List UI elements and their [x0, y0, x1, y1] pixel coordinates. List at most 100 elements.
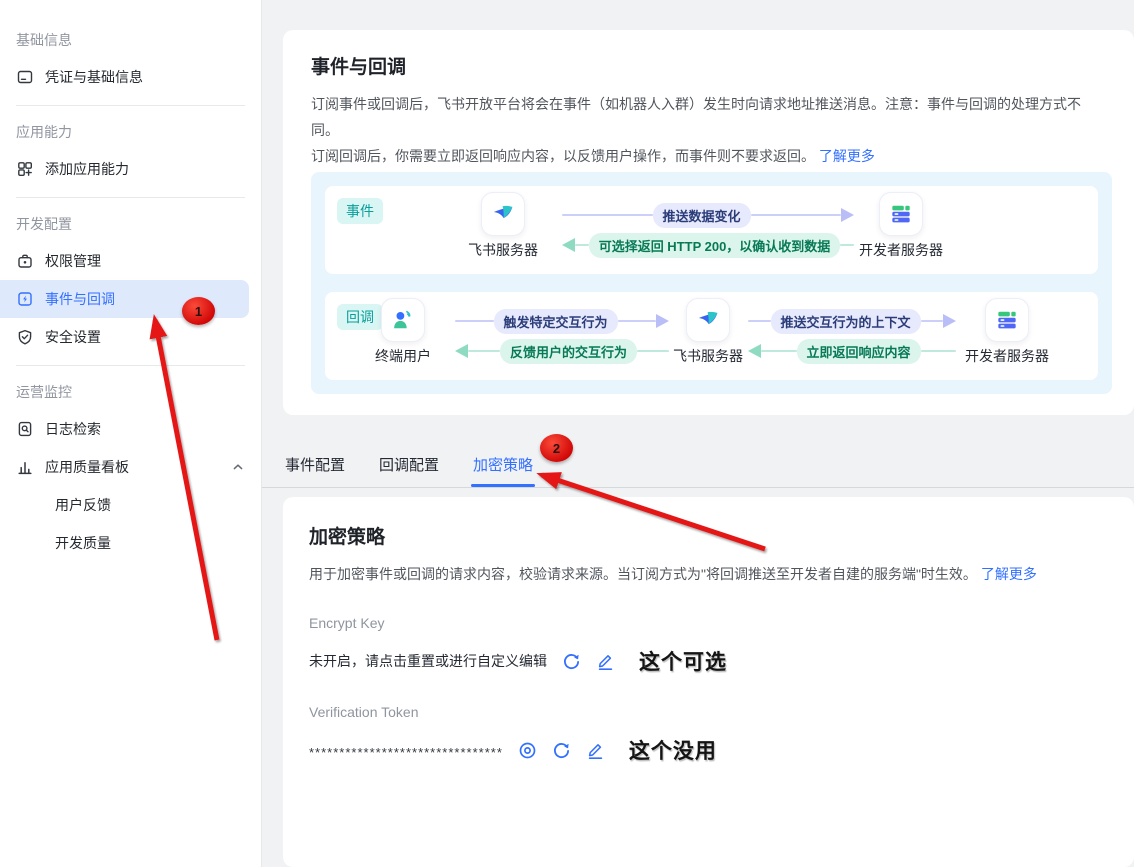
node-label: 飞书服务器	[443, 240, 563, 260]
events-description-line2: 订阅回调后，你需要立即返回响应内容，以反馈用户操作，而事件则不要求返回。	[311, 148, 815, 164]
sidebar-item-events-callbacks[interactable]: 事件与回调	[0, 280, 249, 318]
encryption-description-text: 用于加密事件或回调的请求内容，校验请求来源。当订阅方式为"将回调推送至开发者自建…	[309, 566, 977, 582]
sidebar-item-label: 权限管理	[45, 251, 101, 271]
diagram-row-callbacks: 回调 终端用户 触发特定交互行为 反馈用户的交互行为	[325, 292, 1098, 380]
sidebar-item-permissions[interactable]: 权限管理	[0, 242, 261, 280]
end-user-icon	[381, 298, 425, 342]
sidebar-divider	[16, 105, 245, 106]
verification-token-row: ******************************** 这个没用	[309, 735, 1108, 765]
section-title: 加密策略	[309, 522, 1108, 549]
forward-arrow: 推送数据变化	[562, 202, 854, 228]
main-content: 事件与回调 订阅事件或回调后，飞书开放平台将会在事件（如机器人入群）发生时向请求…	[262, 0, 1141, 867]
sidebar-section-dev-config: 开发配置	[0, 214, 261, 234]
arrowhead-left	[748, 344, 761, 358]
sidebar-item-log-search[interactable]: 日志检索	[0, 410, 261, 448]
log-search-icon	[16, 420, 34, 438]
feishu-logo-icon	[686, 298, 730, 342]
reset-icon[interactable]	[552, 741, 571, 760]
diagram-row-events: 事件 飞书服务器 推送数据变化 可选择返回 HTTP 200，以	[325, 186, 1098, 274]
events-description-line1: 订阅事件或回调后，飞书开放平台将会在事件（如机器人入群）发生时向请求地址推送消息…	[311, 96, 1081, 138]
node-label: 开发者服务器	[947, 346, 1067, 366]
sidebar-divider	[16, 365, 245, 366]
event-bolt-icon	[16, 290, 34, 308]
encrypt-key-value: 未开启，请点击重置或进行自定义编辑	[309, 651, 547, 671]
arrow-label: 反馈用户的交互行为	[500, 339, 637, 364]
shield-check-icon	[16, 328, 34, 346]
callback-arrows-right: 推送交互行为的上下文 立即返回响应内容	[748, 308, 956, 364]
sidebar-item-label: 应用质量看板	[45, 457, 129, 477]
sidebar-section-capabilities: 应用能力	[0, 122, 261, 142]
sidebar: 基础信息 凭证与基础信息 应用能力 添加应用能力 开发配置 权限管理 事件与回调…	[0, 0, 262, 867]
reset-icon[interactable]	[562, 652, 581, 671]
edit-icon[interactable]	[596, 652, 615, 671]
sidebar-item-user-feedback[interactable]: 用户反馈	[0, 486, 261, 524]
sidebar-item-credentials[interactable]: 凭证与基础信息	[0, 58, 261, 96]
sidebar-item-quality-dashboard[interactable]: 应用质量看板	[0, 448, 261, 486]
arrow-label: 可选择返回 HTTP 200，以确认收到数据	[589, 233, 841, 258]
edit-icon[interactable]	[586, 741, 605, 760]
verification-token-value: ********************************	[309, 745, 503, 760]
show-value-eye-icon[interactable]	[518, 741, 537, 760]
sidebar-item-label: 事件与回调	[45, 289, 115, 309]
feishu-server-node: 飞书服务器	[443, 192, 563, 260]
config-tabbar: 事件配置 回调配置 加密策略	[283, 446, 535, 489]
events-callbacks-card: 事件与回调 订阅事件或回调后，飞书开放平台将会在事件（如机器人入群）发生时向请求…	[283, 30, 1134, 415]
encrypt-key-label: Encrypt Key	[309, 615, 1108, 631]
sidebar-item-label: 开发质量	[55, 533, 111, 553]
developer-server-node: 开发者服务器	[947, 298, 1067, 366]
event-arrows: 推送数据变化 可选择返回 HTTP 200，以确认收到数据	[562, 202, 854, 258]
sidebar-item-dev-quality[interactable]: 开发质量	[0, 524, 261, 562]
sidebar-item-label: 添加应用能力	[45, 159, 129, 179]
scrollbar-track[interactable]	[1134, 0, 1141, 867]
handwritten-note: 这个没用	[629, 735, 717, 765]
node-label: 开发者服务器	[841, 240, 961, 260]
encrypt-key-field: Encrypt Key 未开启，请点击重置或进行自定义编辑 这个可选	[309, 615, 1108, 676]
chevron-up-icon[interactable]	[231, 460, 245, 474]
arrow-label: 触发特定交互行为	[494, 309, 618, 334]
developer-server-node: 开发者服务器	[841, 192, 961, 260]
server-icon	[879, 192, 923, 236]
sidebar-item-label: 日志检索	[45, 419, 101, 439]
grid-plus-icon	[16, 160, 34, 178]
encryption-strategy-card: 加密策略 用于加密事件或回调的请求内容，校验请求来源。当订阅方式为"将回调推送至…	[283, 497, 1134, 867]
forward-arrow: 推送交互行为的上下文	[748, 308, 956, 334]
sidebar-item-add-capability[interactable]: 添加应用能力	[0, 150, 261, 188]
forward-arrow: 触发特定交互行为	[455, 308, 669, 334]
end-user-node: 终端用户	[343, 298, 463, 366]
sidebar-item-security-settings[interactable]: 安全设置	[0, 318, 261, 356]
server-icon	[985, 298, 1029, 342]
sidebar-item-label: 用户反馈	[55, 495, 111, 515]
events-description: 订阅事件或回调后，飞书开放平台将会在事件（如机器人入群）发生时向请求地址推送消息…	[311, 91, 1106, 169]
handwritten-note: 这个可选	[639, 646, 727, 676]
page-title: 事件与回调	[311, 52, 1106, 79]
verification-token-label: Verification Token	[309, 704, 1108, 720]
node-label: 终端用户	[343, 346, 463, 366]
tab-event-config[interactable]: 事件配置	[283, 446, 347, 489]
arrow-label: 推送数据变化	[653, 203, 751, 228]
id-card-icon	[16, 68, 34, 86]
encrypt-key-row: 未开启，请点击重置或进行自定义编辑 这个可选	[309, 646, 1108, 676]
arrow-label: 立即返回响应内容	[797, 339, 921, 364]
learn-more-link[interactable]: 了解更多	[981, 566, 1037, 582]
encryption-description: 用于加密事件或回调的请求内容，校验请求来源。当订阅方式为"将回调推送至开发者自建…	[309, 561, 1108, 587]
backward-arrow: 立即返回响应内容	[748, 338, 956, 364]
tab-encryption-strategy[interactable]: 加密策略	[471, 446, 535, 489]
tab-callback-config[interactable]: 回调配置	[377, 446, 441, 489]
sidebar-divider	[16, 197, 245, 198]
sidebar-section-basic-info: 基础信息	[0, 30, 261, 50]
learn-more-link[interactable]: 了解更多	[819, 148, 875, 164]
sidebar-section-ops-monitor: 运营监控	[0, 382, 261, 402]
events-diagram-panel: 事件 飞书服务器 推送数据变化 可选择返回 HTTP 200，以	[311, 172, 1112, 394]
feishu-logo-icon	[481, 192, 525, 236]
backward-arrow: 可选择返回 HTTP 200，以确认收到数据	[562, 232, 854, 258]
arrowhead-left	[455, 344, 468, 358]
sidebar-item-label: 凭证与基础信息	[45, 67, 143, 87]
briefcase-lock-icon	[16, 252, 34, 270]
sidebar-item-label: 安全设置	[45, 327, 101, 347]
verification-token-field: Verification Token *********************…	[309, 704, 1108, 765]
arrow-label: 推送交互行为的上下文	[771, 309, 921, 334]
bar-chart-icon	[16, 458, 34, 476]
tabbar-divider	[262, 487, 1134, 488]
arrowhead-left	[562, 238, 575, 252]
callback-arrows-left: 触发特定交互行为 反馈用户的交互行为	[455, 308, 669, 364]
